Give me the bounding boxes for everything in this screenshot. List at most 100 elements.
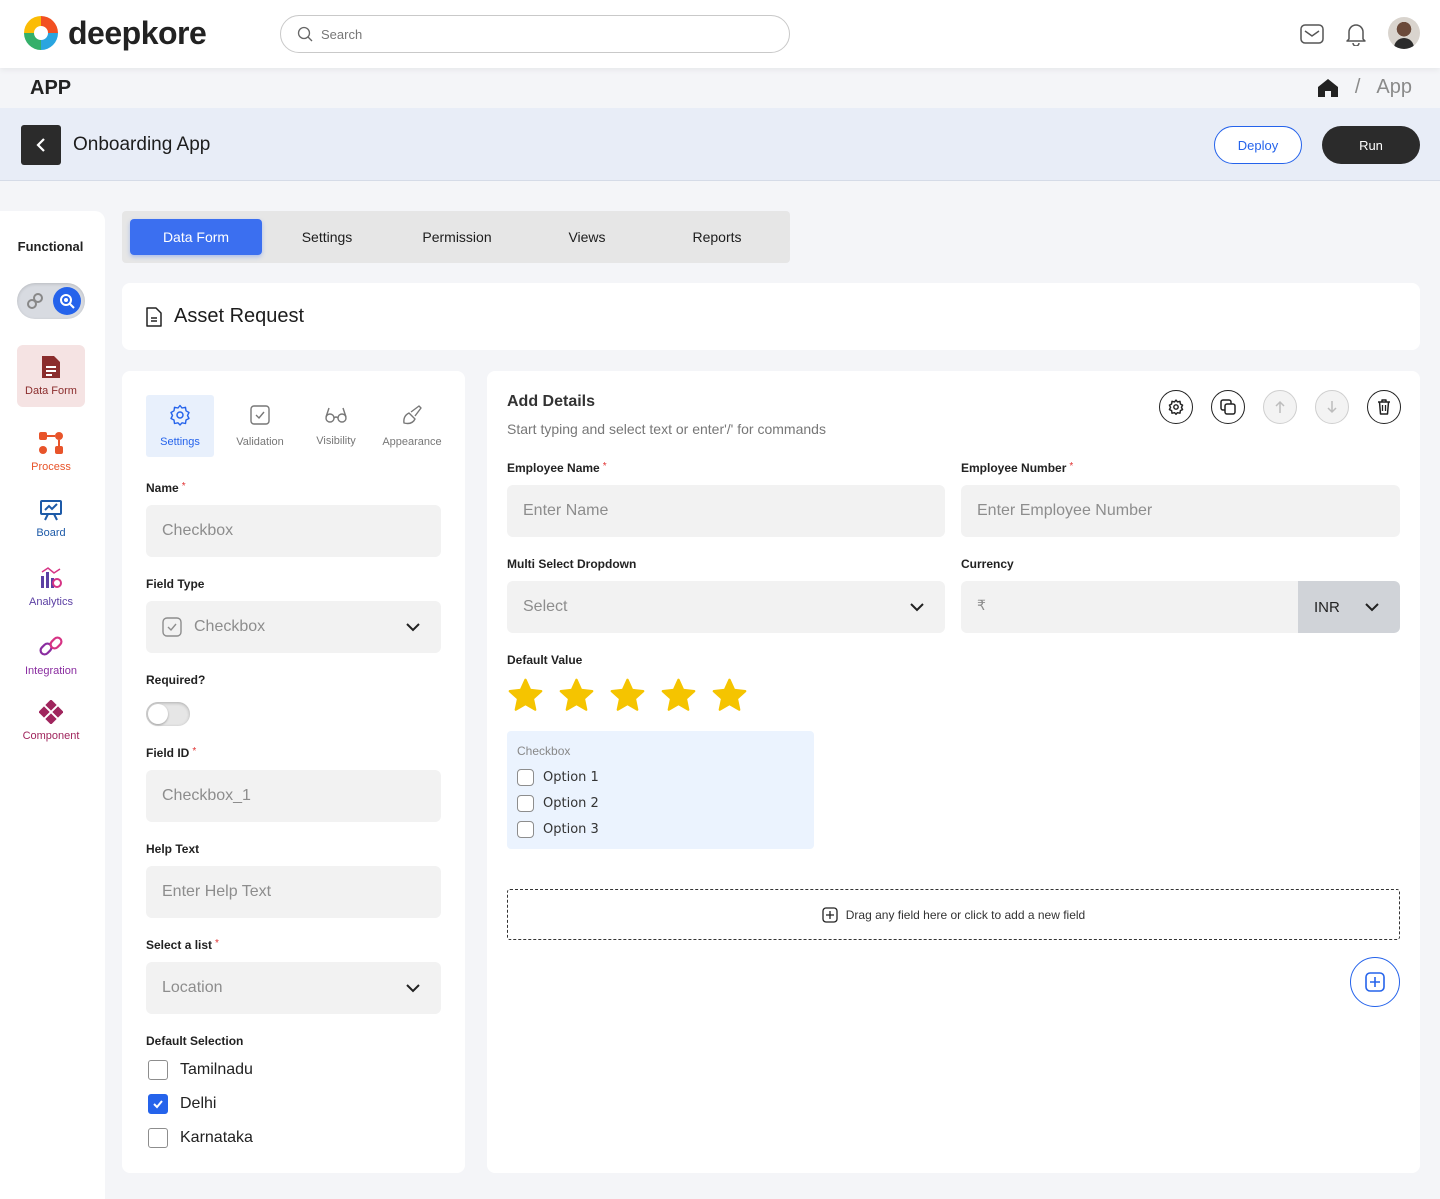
- checkmark-icon: [153, 1100, 163, 1109]
- field-id-label: Field ID *: [146, 746, 197, 760]
- prop-tab-settings[interactable]: Settings: [146, 395, 214, 457]
- checkbox[interactable]: [517, 795, 534, 812]
- section-title: Add Details: [507, 393, 596, 410]
- move-down-button[interactable]: [1315, 390, 1349, 424]
- plus-square-icon: [822, 906, 838, 923]
- star-icon[interactable]: [558, 677, 595, 714]
- search-box[interactable]: [280, 15, 790, 53]
- currency-code-select[interactable]: INR: [1298, 581, 1400, 633]
- rail-item-process[interactable]: Process: [17, 431, 85, 473]
- mail-icon: [1300, 24, 1324, 44]
- form-title-card: Asset Request: [122, 283, 1420, 350]
- checkbox[interactable]: [148, 1128, 168, 1148]
- move-up-button[interactable]: [1263, 390, 1297, 424]
- rail-item-board[interactable]: Board: [17, 499, 85, 539]
- rail-item-analytics[interactable]: Analytics: [17, 566, 85, 608]
- prop-tab-validation[interactable]: Validation: [222, 395, 298, 457]
- checkbox[interactable]: [517, 821, 534, 838]
- home-icon[interactable]: [1317, 78, 1339, 98]
- back-button[interactable]: [21, 125, 61, 165]
- prop-tab-appearance[interactable]: Appearance: [374, 395, 450, 457]
- checkbox-group-title: Checkbox: [517, 744, 571, 758]
- board-icon: [40, 500, 62, 521]
- field-type-select[interactable]: Checkbox: [146, 601, 441, 653]
- tab-views[interactable]: Views: [522, 219, 652, 255]
- employee-number-label: Employee Number *: [961, 461, 1074, 475]
- checkbox-checked[interactable]: [148, 1094, 168, 1114]
- option-label: Option 3: [543, 822, 599, 837]
- checkbox[interactable]: [148, 1060, 168, 1080]
- checkbox-field-preview[interactable]: Checkbox Option 1 Option 2 Option 3: [507, 731, 814, 849]
- checkbox[interactable]: [517, 769, 534, 786]
- employee-name-input[interactable]: [507, 485, 945, 537]
- brand-name: deepkore: [68, 14, 207, 51]
- app-bar: Onboarding App Deploy Run: [0, 108, 1440, 181]
- field-type-value: Checkbox: [194, 618, 266, 635]
- default-value-label: Default Value: [507, 653, 583, 667]
- check-square-icon: [250, 405, 270, 425]
- select-list-dropdown[interactable]: Location: [146, 962, 441, 1014]
- mail-button[interactable]: [1298, 20, 1326, 48]
- multi-select-dropdown[interactable]: Select: [507, 581, 945, 633]
- chevron-down-icon: [406, 623, 420, 632]
- star-icon[interactable]: [609, 677, 646, 714]
- rail-item-label: Data Form: [25, 385, 77, 397]
- add-section-button[interactable]: [1350, 957, 1400, 1007]
- gear-icon: [1168, 399, 1184, 415]
- mode-toggle[interactable]: [17, 283, 85, 319]
- gear-icon: [170, 404, 190, 426]
- checkbox-option[interactable]: Option 3: [517, 821, 599, 838]
- default-option-delhi[interactable]: Delhi: [148, 1094, 216, 1114]
- glasses-icon: [325, 407, 347, 423]
- arrow-down-icon: [1327, 401, 1337, 414]
- section-subtitle: Start typing and select text or enter'/'…: [507, 421, 826, 437]
- rail-item-integration[interactable]: Integration: [17, 633, 85, 677]
- option-label: Karnataka: [180, 1129, 253, 1146]
- tab-data-form[interactable]: Data Form: [130, 219, 262, 255]
- employee-number-input[interactable]: [961, 485, 1400, 537]
- field-id-input[interactable]: [146, 770, 441, 822]
- search-input[interactable]: [321, 26, 761, 42]
- help-text-input[interactable]: [146, 866, 441, 918]
- rail-item-component[interactable]: Component: [17, 700, 85, 742]
- brand-logo[interactable]: deepkore: [22, 14, 207, 52]
- star-icon[interactable]: [711, 677, 748, 714]
- prop-tab-visibility[interactable]: Visibility: [298, 395, 374, 457]
- checkbox-type-icon: [162, 617, 182, 637]
- star-rating[interactable]: [507, 677, 748, 714]
- app-name: Onboarding App: [73, 134, 211, 155]
- section-settings-button[interactable]: [1159, 390, 1193, 424]
- tab-reports[interactable]: Reports: [652, 219, 782, 255]
- tab-permission[interactable]: Permission: [392, 219, 522, 255]
- checkbox-option[interactable]: Option 1: [517, 769, 599, 786]
- required-toggle[interactable]: [146, 702, 190, 726]
- default-option-tamilnadu[interactable]: Tamilnadu: [148, 1060, 253, 1080]
- form-canvas: Add Details Start typing and select text…: [487, 371, 1420, 1173]
- checkbox-option[interactable]: Option 2: [517, 795, 599, 812]
- duplicate-button[interactable]: [1211, 390, 1245, 424]
- rail-item-label: Process: [31, 461, 71, 473]
- default-option-karnataka[interactable]: Karnataka: [148, 1128, 253, 1148]
- currency-field[interactable]: ₹ INR: [961, 581, 1400, 633]
- star-icon[interactable]: [507, 677, 544, 714]
- add-field-dropzone[interactable]: Drag any field here or click to add a ne…: [507, 889, 1400, 940]
- star-icon[interactable]: [660, 677, 697, 714]
- chevron-left-icon: [36, 138, 45, 152]
- breadcrumb-separator: /: [1354, 76, 1361, 98]
- tab-settings[interactable]: Settings: [262, 219, 392, 255]
- employee-name-label: Employee Name *: [507, 461, 607, 475]
- option-label: Option 2: [543, 796, 599, 811]
- multi-select-value: Select: [523, 598, 568, 615]
- run-button[interactable]: Run: [1322, 126, 1420, 164]
- plus-square-icon: [1365, 972, 1385, 992]
- rail-item-data-form[interactable]: Data Form: [17, 345, 85, 407]
- name-input[interactable]: [146, 505, 441, 557]
- option-label: Delhi: [180, 1095, 217, 1112]
- deploy-button[interactable]: Deploy: [1214, 126, 1302, 164]
- breadcrumb-current[interactable]: App: [1376, 76, 1412, 99]
- select-list-label: Select a list *: [146, 938, 219, 952]
- user-avatar[interactable]: [1388, 17, 1420, 49]
- notifications-button[interactable]: [1342, 20, 1370, 48]
- process-icon: [39, 432, 63, 454]
- delete-button[interactable]: [1367, 390, 1401, 424]
